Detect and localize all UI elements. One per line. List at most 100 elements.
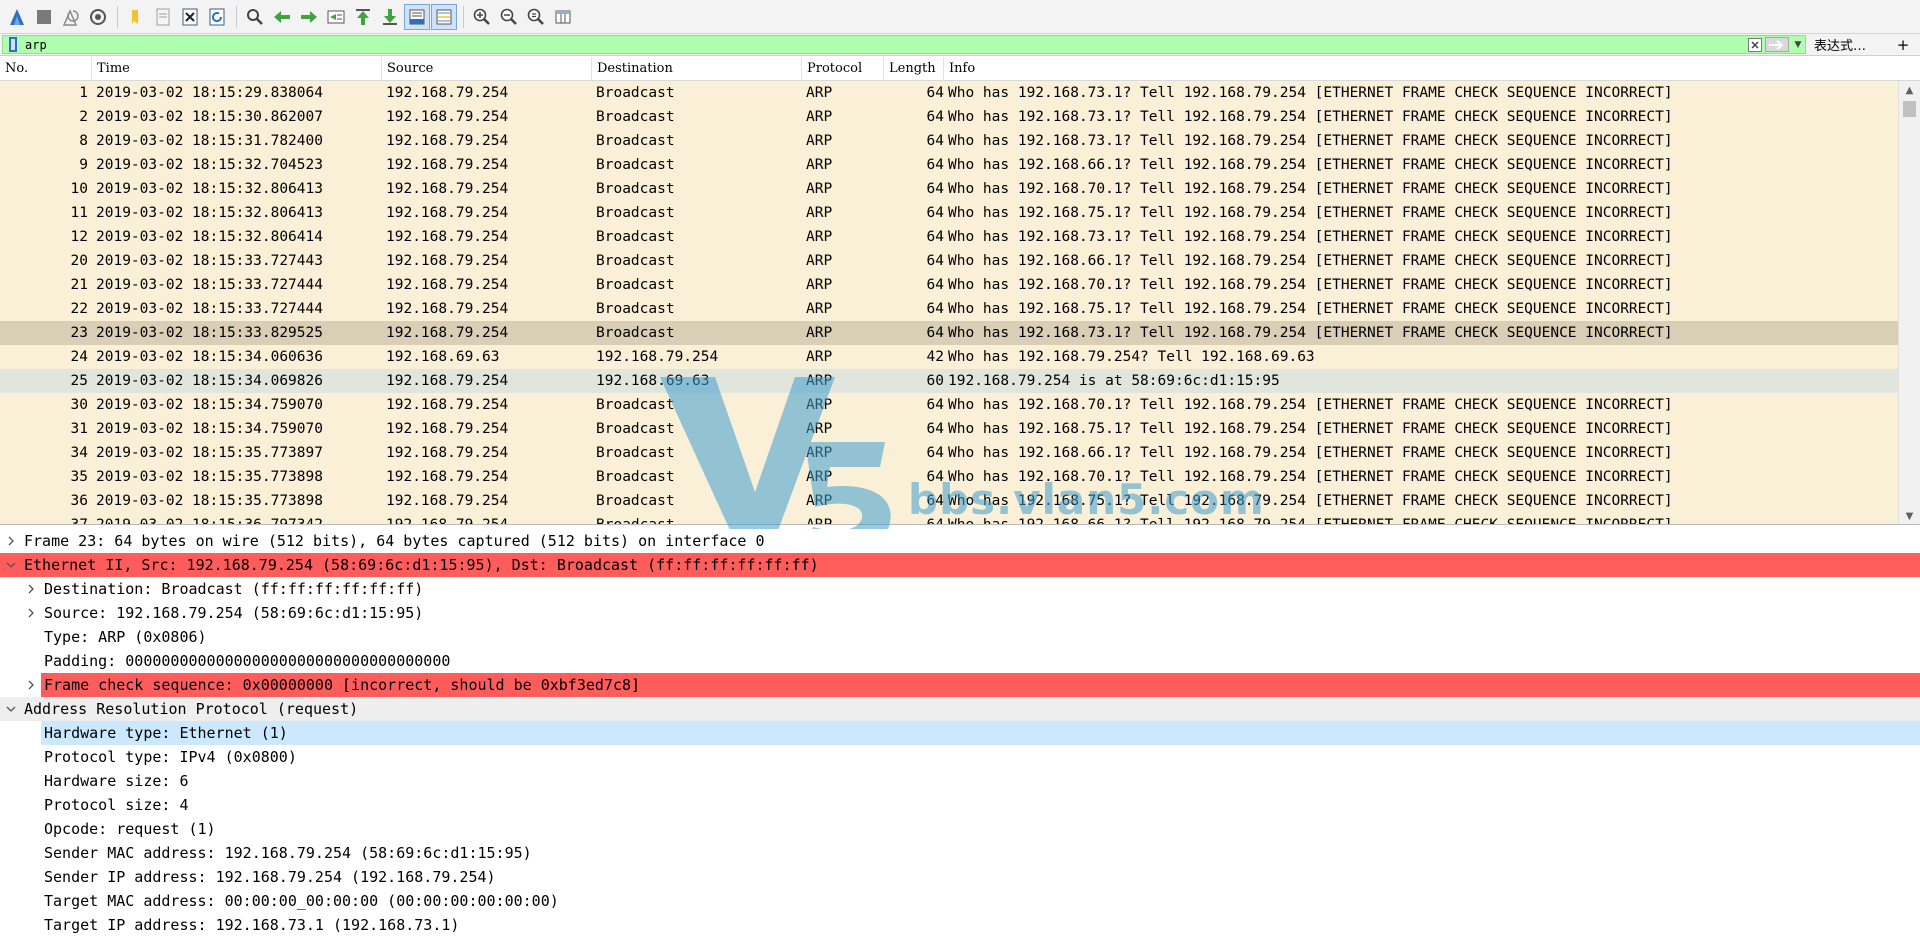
filter-clear-button[interactable] [1747, 37, 1763, 53]
tree-item-field[interactable]: Padding: 0000000000000000000000000000000… [0, 649, 1920, 673]
tree-item-protocol[interactable]: Frame 23: 64 bytes on wire (512 bits), 6… [0, 529, 1920, 553]
go-forward-button[interactable] [296, 4, 322, 30]
cell-no: 34 [70, 445, 88, 461]
packet-row[interactable]: 34 2019-03-02 18:15:35.773897 192.168.79.2… [0, 441, 1898, 465]
column-header-destination[interactable]: Destination [592, 57, 802, 81]
packet-row[interactable]: 1 2019-03-02 18:15:29.838064 192.168.79.25… [0, 81, 1898, 105]
tree-item-label: Source: 192.168.79.254 (58:69:6c:d1:15:9… [44, 604, 424, 622]
tree-item-field[interactable]: Hardware size: 6 [0, 769, 1920, 793]
tree-item-field[interactable]: Target IP address: 192.168.73.1 (192.168… [0, 913, 1920, 937]
cell-info: Who has 192.168.75.1? Tell 192.168.79.25… [948, 421, 1673, 437]
packet-row[interactable]: 24 2019-03-02 18:15:34.060636 192.168.69.6… [0, 345, 1898, 369]
tree-item-field[interactable]: Type: ARP (0x0806) [0, 625, 1920, 649]
packet-row[interactable]: 2 2019-03-02 18:15:30.862007 192.168.79.25… [0, 105, 1898, 129]
tree-item-label: Address Resolution Protocol (request) [24, 700, 359, 718]
add-filter-button[interactable]: + [1896, 36, 1910, 54]
packet-row[interactable]: 20 2019-03-02 18:15:33.727443 192.168.79.2… [0, 249, 1898, 273]
zoom-normal-button[interactable] [523, 4, 549, 30]
cell-time: 2019-03-02 18:15:34.759070 [96, 397, 323, 413]
chevron-right-icon[interactable] [24, 601, 38, 625]
chevron-right-icon[interactable] [24, 577, 38, 601]
start-capture-button[interactable] [4, 4, 30, 30]
tree-item-field[interactable]: Sender IP address: 192.168.79.254 (192.1… [0, 865, 1920, 889]
packet-row[interactable]: 23 2019-03-02 18:15:33.829525 192.168.79.2… [0, 321, 1898, 345]
tree-item-field[interactable]: Opcode: request (1) [0, 817, 1920, 841]
find-packet-button[interactable] [242, 4, 268, 30]
cell-info: Who has 192.168.70.1? Tell 192.168.79.25… [948, 277, 1673, 293]
packet-row[interactable]: 21 2019-03-02 18:15:33.727444 192.168.79.2… [0, 273, 1898, 297]
cell-length: 64 [926, 205, 944, 221]
tree-item-field[interactable]: Target MAC address: 00:00:00_00:00:00 (0… [0, 889, 1920, 913]
tree-item-label: Target MAC address: 00:00:00_00:00:00 (0… [44, 892, 559, 910]
tree-item-field[interactable]: Hardware type: Ethernet (1) [0, 721, 1920, 745]
reload-file-button[interactable] [204, 4, 230, 30]
column-header-protocol[interactable]: Protocol [802, 57, 884, 81]
tree-item-label: Sender MAC address: 192.168.79.254 (58:6… [44, 844, 532, 862]
packet-row[interactable]: 36 2019-03-02 18:15:35.773898 192.168.79.2… [0, 489, 1898, 513]
chevron-down-icon[interactable] [4, 697, 18, 721]
go-last-packet-button[interactable] [377, 4, 403, 30]
packet-row[interactable]: 31 2019-03-02 18:15:34.759070 192.168.79.2… [0, 417, 1898, 441]
go-back-button[interactable] [269, 4, 295, 30]
tree-item-protocol[interactable]: Address Resolution Protocol (request) [0, 697, 1920, 721]
packet-row[interactable]: 37 2019-03-02 18:15:36.797342 192.168.79.2… [0, 513, 1898, 524]
column-header-time[interactable]: Time [92, 57, 382, 81]
tree-item-field[interactable]: Protocol type: IPv4 (0x0800) [0, 745, 1920, 769]
scroll-down-arrow[interactable]: ▼ [1899, 507, 1920, 524]
go-first-packet-button[interactable] [350, 4, 376, 30]
close-file-button[interactable] [177, 4, 203, 30]
filter-bookmark-button[interactable] [5, 36, 21, 53]
restart-capture-button[interactable] [58, 4, 84, 30]
tree-item-field[interactable]: Protocol size: 4 [0, 793, 1920, 817]
packet-row[interactable]: 9 2019-03-02 18:15:32.704523 192.168.79.25… [0, 153, 1898, 177]
go-to-packet-button[interactable] [323, 4, 349, 30]
scroll-up-arrow[interactable]: ▲ [1899, 81, 1920, 99]
chevron-right-icon[interactable] [24, 673, 38, 697]
column-header-info[interactable]: Info [944, 57, 1920, 81]
display-filter-input[interactable] [21, 36, 1747, 53]
tree-item-protocol[interactable]: Ethernet II, Src: 192.168.79.254 (58:69:… [0, 553, 1920, 577]
resize-columns-button[interactable] [550, 4, 576, 30]
zoom-in-button[interactable] [469, 4, 495, 30]
cell-source: 192.168.79.254 [386, 181, 509, 197]
colorize-button[interactable] [431, 3, 457, 30]
tree-item-label: Frame check sequence: 0x00000000 [incorr… [44, 676, 641, 694]
zoom-out-button[interactable] [496, 4, 522, 30]
packet-row[interactable]: 12 2019-03-02 18:15:32.806414 192.168.79.2… [0, 225, 1898, 249]
packet-row[interactable]: 8 2019-03-02 18:15:31.782400 192.168.79.25… [0, 129, 1898, 153]
toolbar-separator [117, 5, 118, 28]
cell-protocol: ARP [806, 373, 833, 389]
cell-protocol: ARP [806, 469, 833, 485]
cell-protocol: ARP [806, 157, 833, 173]
packet-row[interactable]: 22 2019-03-02 18:15:33.727444 192.168.79.2… [0, 297, 1898, 321]
chevron-right-icon[interactable] [4, 529, 18, 553]
expression-button[interactable]: 表达式… [1814, 35, 1890, 54]
packet-row[interactable]: 30 2019-03-02 18:15:34.759070 192.168.79.2… [0, 393, 1898, 417]
packet-row[interactable]: 35 2019-03-02 18:15:35.773898 192.168.79.2… [0, 465, 1898, 489]
open-file-button[interactable] [123, 4, 149, 30]
column-header-source[interactable]: Source [382, 57, 592, 81]
tree-item-field[interactable]: Source: 192.168.79.254 (58:69:6c:d1:15:9… [0, 601, 1920, 625]
stop-capture-button[interactable] [31, 4, 57, 30]
capture-options-button[interactable] [85, 4, 111, 30]
restart-capture-icon [62, 8, 79, 26]
packet-row[interactable]: 10 2019-03-02 18:15:32.806413 192.168.79.2… [0, 177, 1898, 201]
cell-time: 2019-03-02 18:15:32.704523 [96, 157, 323, 173]
filter-history-dropdown[interactable]: ▼ [1791, 37, 1805, 52]
packet-row[interactable]: 11 2019-03-02 18:15:32.806413 192.168.79.2… [0, 201, 1898, 225]
column-header-no[interactable]: No. [0, 57, 92, 81]
tree-item-field[interactable]: Destination: Broadcast (ff:ff:ff:ff:ff:f… [0, 577, 1920, 601]
column-header-length[interactable]: Length [884, 57, 944, 81]
chevron-down-icon[interactable] [4, 553, 18, 577]
packet-row[interactable]: 25 2019-03-02 18:15:34.069826 192.168.79.2… [0, 369, 1898, 393]
cell-info: Who has 192.168.66.1? Tell 192.168.79.25… [948, 157, 1673, 173]
autoscroll-button[interactable] [404, 3, 430, 30]
cell-length: 64 [926, 397, 944, 413]
cell-source: 192.168.79.254 [386, 373, 509, 389]
filter-apply-button[interactable] [1765, 37, 1789, 52]
save-file-button[interactable] [150, 4, 176, 30]
tree-item-field[interactable]: Frame check sequence: 0x00000000 [incorr… [0, 673, 1920, 697]
packet-list-scrollbar[interactable]: ▲ ▼ [1898, 81, 1920, 524]
tree-item-field[interactable]: Sender MAC address: 192.168.79.254 (58:6… [0, 841, 1920, 865]
scroll-thumb[interactable] [1903, 101, 1916, 117]
